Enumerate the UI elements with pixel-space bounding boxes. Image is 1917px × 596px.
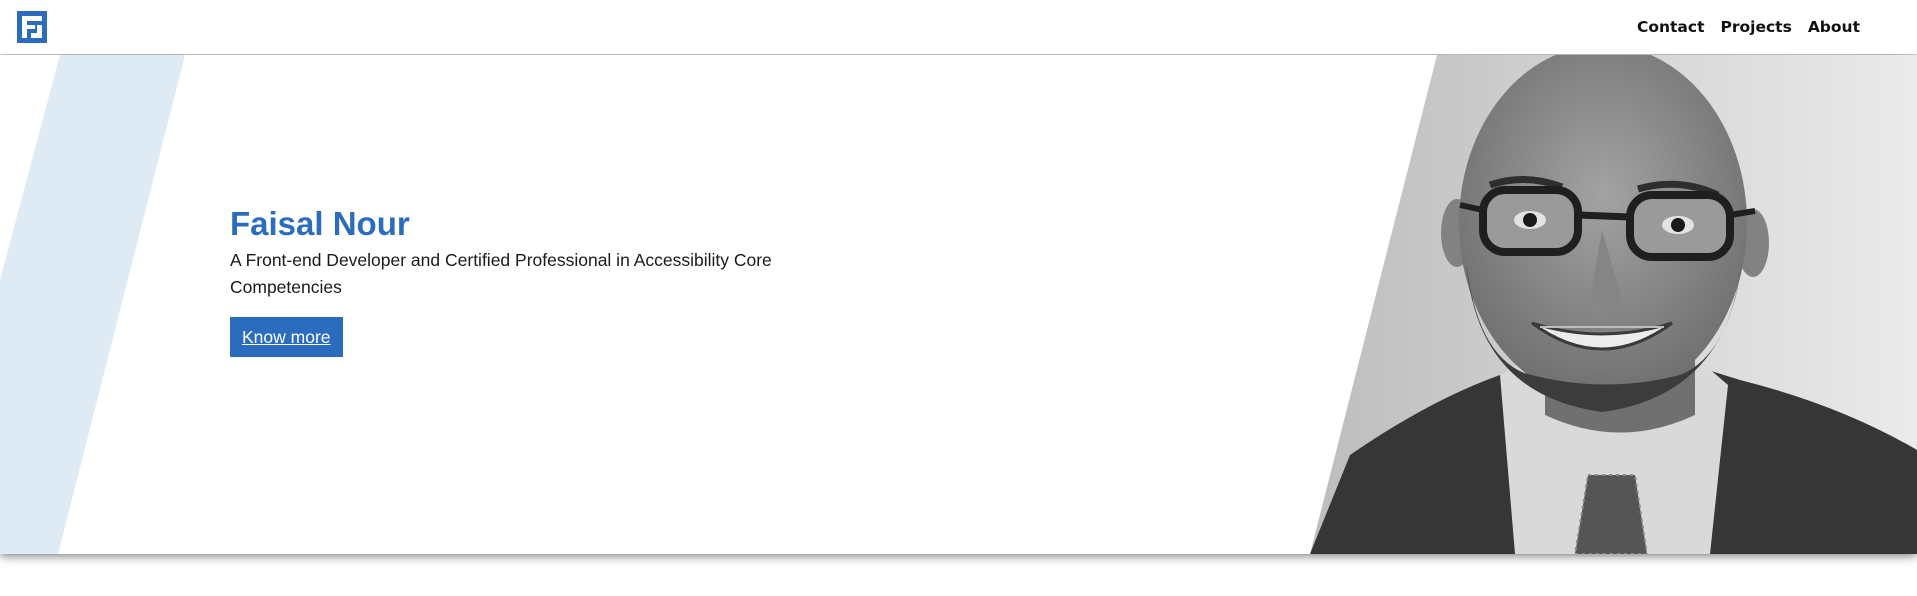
hero-content: Faisal Nour A Front-end Developer and Ce… bbox=[230, 204, 850, 357]
hero-section: Faisal Nour A Front-end Developer and Ce… bbox=[0, 55, 1917, 554]
hero-subtitle: A Front-end Developer and Certified Prof… bbox=[230, 250, 772, 297]
nav-link-about[interactable]: About bbox=[1808, 18, 1860, 36]
portrait-photo-icon bbox=[1310, 55, 1917, 554]
page: Contact Projects About Faisal Nour A Fro… bbox=[0, 0, 1917, 596]
site-header: Contact Projects About bbox=[0, 0, 1917, 54]
nav-link-projects[interactable]: Projects bbox=[1721, 18, 1792, 36]
hero-title: Faisal Nour bbox=[230, 205, 410, 242]
decorative-stripe bbox=[0, 55, 185, 554]
nav-link-contact[interactable]: Contact bbox=[1637, 18, 1705, 36]
main-nav: Contact Projects About bbox=[1621, 0, 1860, 54]
logo-icon[interactable] bbox=[17, 11, 47, 43]
know-more-button[interactable]: Know more bbox=[230, 317, 343, 357]
